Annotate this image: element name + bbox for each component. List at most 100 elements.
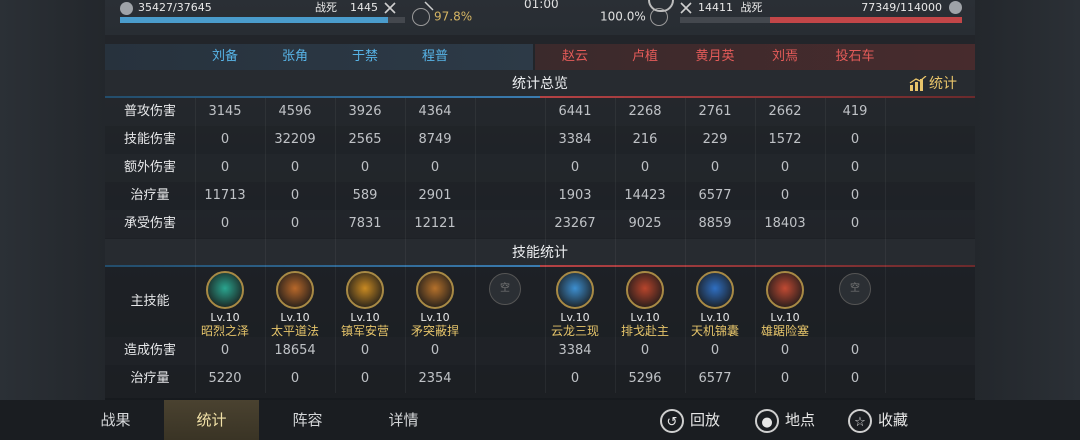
stats-button[interactable]: 统计 — [909, 70, 957, 98]
skill-card[interactable]: Lv.10 雄踞险塞 — [751, 271, 819, 338]
stat-row: 治疗量 11713 0 589 2901 1903 14423 6577 0 0 — [105, 182, 975, 210]
row-label: 承受伤害 — [123, 216, 176, 231]
skull-icon — [120, 1, 133, 15]
stat-cell: 0 — [780, 371, 790, 386]
tab-results[interactable]: 战果 — [68, 400, 163, 440]
skill-icon — [626, 271, 664, 309]
stat-cell: 1572 — [768, 132, 802, 147]
stat-cell: 0 — [430, 160, 440, 175]
main-skill-label: 主技能 — [130, 294, 170, 309]
stat-cell: 5220 — [208, 371, 242, 386]
sword-icon — [424, 0, 434, 11]
skill-card[interactable]: Lv.10 太平道法 — [261, 271, 329, 338]
stat-cell: 229 — [702, 132, 728, 147]
empty-slot-icon: 空 — [839, 273, 871, 305]
crossed-swords-icon — [680, 2, 692, 14]
skill-name: 排戈赴主 — [620, 324, 669, 338]
stat-cell: 18654 — [274, 343, 316, 358]
blue-dead-count: 1445 — [350, 1, 378, 14]
red-dead-label: 战死 — [740, 1, 763, 14]
hero-name[interactable]: 于禁 — [331, 44, 399, 70]
blue-hp-bar — [120, 17, 405, 23]
skill-card[interactable]: Lv.10 云龙三现 — [541, 271, 609, 338]
stat-row: 承受伤害 0 0 7831 12121 23267 9025 8859 18403 0 — [105, 210, 975, 238]
stat-cell: 2662 — [768, 104, 802, 119]
skill-name: 雄踞险塞 — [760, 324, 809, 338]
tab-statistics[interactable]: 统计 — [164, 400, 259, 440]
blue-hp-fill — [120, 17, 388, 23]
stat-row: 治疗量 5220 0 0 2354 0 5296 6577 0 0 — [105, 365, 975, 393]
battle-status-bar: 35427/37645 战死 1445 97.8% 01:00 100.0% 1… — [0, 0, 1080, 34]
stat-cell: 0 — [640, 160, 650, 175]
location-button[interactable]: ● 地点 — [755, 406, 815, 434]
stat-cell: 32209 — [274, 132, 316, 147]
skill-level: Lv.10 — [560, 311, 590, 324]
stat-cell: 0 — [780, 343, 790, 358]
stat-cell: 0 — [360, 343, 370, 358]
battle-timer: 01:00 — [524, 0, 559, 11]
stat-cell: 23267 — [554, 216, 596, 231]
hero-name[interactable]: 程普 — [401, 44, 469, 70]
overview-section-header: 统计总览 统计 — [105, 70, 975, 98]
stat-cell: 2901 — [418, 188, 452, 203]
stat-cell: 0 — [850, 216, 860, 231]
blue-hp-text: 35427/37645 — [138, 1, 212, 14]
empty-skill-slot: 空 — [471, 271, 539, 307]
stat-cell: 0 — [220, 132, 230, 147]
hero-name[interactable]: 刘焉 — [751, 44, 819, 70]
stat-cell: 216 — [632, 132, 658, 147]
stat-cell: 4596 — [278, 104, 312, 119]
stat-cell: 0 — [290, 160, 300, 175]
skill-level: Lv.10 — [210, 311, 240, 324]
stat-cell: 0 — [290, 188, 300, 203]
stat-cell: 589 — [352, 188, 378, 203]
stat-cell: 6441 — [558, 104, 592, 119]
stat-cell: 3926 — [348, 104, 382, 119]
right-backdrop — [975, 0, 1080, 400]
skill-name: 太平道法 — [270, 324, 319, 338]
tab-lineup[interactable]: 阵容 — [260, 400, 355, 440]
stat-cell: 0 — [850, 343, 860, 358]
stat-cell: 0 — [850, 371, 860, 386]
replay-icon: ↺ — [660, 408, 684, 433]
star-icon: ☆ — [848, 408, 872, 433]
hero-name[interactable]: 黄月英 — [681, 44, 749, 70]
left-backdrop — [0, 0, 105, 400]
stat-cell: 1903 — [558, 188, 592, 203]
hero-name[interactable]: 卢植 — [611, 44, 679, 70]
empty-slot-icon: 空 — [489, 273, 521, 305]
hero-name[interactable]: 张角 — [261, 44, 329, 70]
crossed-swords-icon — [384, 2, 396, 14]
stat-cell: 0 — [850, 132, 860, 147]
skill-icon — [766, 271, 804, 309]
tab-details[interactable]: 详情 — [356, 400, 451, 440]
blue-team-status: 35427/37645 战死 1445 — [120, 0, 405, 30]
skill-card[interactable]: Lv.10 镇军安营 — [331, 271, 399, 338]
skill-card[interactable]: Lv.10 天机锦囊 — [681, 271, 749, 338]
row-label: 治疗量 — [130, 371, 170, 386]
skill-card[interactable]: Lv.10 昭烈之泽 — [191, 271, 259, 338]
skill-icon — [696, 271, 734, 309]
red-hp-fill — [770, 17, 962, 23]
skill-card[interactable]: Lv.10 矛突蔽捍 — [401, 271, 469, 338]
hero-name[interactable]: 赵云 — [541, 44, 609, 70]
row-label: 治疗量 — [130, 188, 170, 203]
row-label: 普攻伤害 — [123, 104, 176, 119]
skill-icon — [556, 271, 594, 309]
stat-cell: 0 — [850, 188, 860, 203]
stat-cell: 0 — [290, 216, 300, 231]
stat-cell: 0 — [220, 343, 230, 358]
hero-name[interactable]: 投石车 — [821, 44, 889, 70]
stat-cell: 2354 — [418, 371, 452, 386]
stat-cell: 11713 — [204, 188, 246, 203]
hero-name[interactable]: 刘备 — [191, 44, 259, 70]
favorite-button[interactable]: ☆ 收藏 — [848, 406, 908, 434]
replay-button[interactable]: ↺ 回放 — [660, 406, 720, 434]
red-team-status: 14411 战死 77349/114000 — [680, 0, 962, 30]
stat-cell: 6577 — [698, 371, 732, 386]
skill-card[interactable]: Lv.10 排戈赴主 — [611, 271, 679, 338]
stat-cell: 0 — [360, 160, 370, 175]
stat-cell: 6577 — [698, 188, 732, 203]
location-pin-icon: ● — [755, 408, 779, 433]
skill-level: Lv.10 — [700, 311, 730, 324]
